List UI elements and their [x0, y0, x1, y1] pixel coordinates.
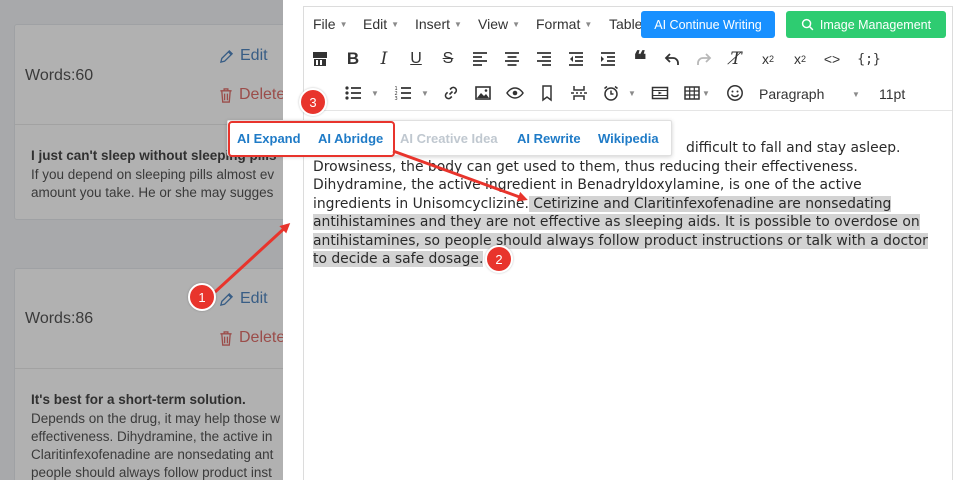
content-line: Drowsiness, the body can get used to the… — [313, 158, 858, 175]
caret-down-icon[interactable]: ▼ — [702, 89, 710, 98]
ai-context-menu: AI Expand AI Abridge AI Creative Idea AI… — [227, 120, 672, 157]
annotation-highlight-box — [228, 121, 395, 157]
caret-down-icon: ▼ — [339, 19, 348, 29]
menu-label: Table — [609, 16, 643, 32]
menu-label: Insert — [415, 16, 451, 32]
image-management-label: Image Management — [819, 17, 932, 32]
content-text: ingredients in Unisomcyclizine. — [313, 195, 529, 212]
toolbar-divider — [304, 110, 952, 111]
caret-down-icon[interactable]: ▼ — [421, 89, 429, 98]
image-icon[interactable] — [470, 80, 496, 106]
caret-down-icon: ▼ — [454, 19, 462, 29]
clear-format-icon[interactable]: T̸ — [723, 46, 749, 72]
editor-menubar: File ▼ Edit ▼ Insert ▼ View ▼ Format ▼ Table … — [304, 7, 952, 43]
bold-icon[interactable]: B — [340, 46, 366, 72]
menu-view[interactable]: View ▼ — [478, 16, 520, 32]
annotation-badge: 3 — [299, 88, 327, 116]
menu-edit[interactable]: Edit ▼ — [363, 16, 399, 32]
caret-down-icon: ▼ — [512, 19, 521, 29]
selected-text-run: Cetirizine and Claritinfexofenadine are … — [533, 195, 892, 212]
svg-text:3: 3 — [395, 96, 398, 102]
caret-down-icon[interactable]: ▼ — [628, 89, 636, 98]
rich-text-editor: File ▼ Edit ▼ Insert ▼ View ▼ Format ▼ Table … — [303, 6, 953, 480]
italic-icon[interactable]: I — [371, 46, 397, 72]
content-line: ingredients in Unisomcyclizine. Cetirizi… — [313, 195, 939, 214]
menu-insert[interactable]: Insert ▼ — [415, 16, 462, 32]
annotation-badge: 1 — [188, 283, 216, 311]
ai-continue-writing-button[interactable]: AI Continue Writing — [641, 11, 775, 38]
wikipedia-option[interactable]: Wikipedia — [598, 131, 659, 146]
annotation-badge: 2 — [485, 245, 513, 273]
code-icon[interactable]: <> — [819, 46, 845, 72]
ai-continue-label: AI Continue Writing — [654, 17, 762, 32]
editor-content-area[interactable]: difficult to fall and stay asleep. Drows… — [313, 139, 939, 269]
ai-rewrite-option[interactable]: AI Rewrite — [517, 131, 581, 146]
page-break-icon[interactable] — [566, 80, 592, 106]
font-size-select[interactable]: 11pt — [879, 86, 905, 102]
subscript-icon[interactable]: x2 — [755, 46, 781, 72]
emoji-icon[interactable] — [722, 80, 748, 106]
caret-down-icon[interactable]: ▼ — [852, 90, 860, 99]
editor-toolbar-row-2: ▼ 123 ▼ ▼ ▼ Paragraph ▼ 11pt — [304, 80, 952, 112]
content-line: antihistamines and they are not effectiv… — [313, 213, 939, 232]
indent-icon[interactable] — [595, 46, 621, 72]
undo-icon[interactable] — [659, 46, 685, 72]
menu-label: File — [313, 16, 336, 32]
selected-text: antihistamines and they are not effectiv… — [313, 214, 920, 230]
numbered-list-icon[interactable]: 123 — [390, 80, 416, 106]
ai-creative-idea-option[interactable]: AI Creative Idea — [400, 131, 498, 146]
preview-eye-icon[interactable] — [502, 80, 528, 106]
selected-text: antihistamines, so people should always … — [313, 232, 928, 249]
search-icon — [801, 18, 814, 31]
selected-text: to decide a safe dosage. — [313, 251, 484, 267]
menu-label: Edit — [363, 16, 388, 32]
bookmark-icon[interactable] — [534, 80, 560, 106]
block-format-select[interactable]: Paragraph — [759, 86, 824, 102]
caret-down-icon[interactable]: ▼ — [371, 89, 379, 98]
menu-label: Format — [536, 16, 581, 32]
link-icon[interactable] — [438, 80, 464, 106]
menu-format[interactable]: Format ▼ — [536, 16, 592, 32]
outdent-icon[interactable] — [563, 46, 589, 72]
editor-toolbar-row-1: B I U S ❝ T̸ x2 x2 <> {;} — [304, 45, 952, 78]
bullet-list-icon[interactable] — [340, 80, 366, 106]
content-line: to decide a safe dosage. — [313, 250, 939, 269]
align-left-icon[interactable] — [467, 46, 493, 72]
image-management-button[interactable]: Image Management — [786, 11, 946, 38]
content-line: antihistamines, so people should always … — [313, 232, 939, 251]
template-icon[interactable]: {;} — [853, 46, 885, 72]
align-center-icon[interactable] — [499, 46, 525, 72]
menu-table[interactable]: Table — [609, 16, 642, 32]
selected-text: Cetirizine and Claritinfexofenadine are … — [528, 195, 892, 212]
caret-down-icon: ▼ — [584, 19, 593, 29]
format-painter-icon[interactable] — [307, 46, 333, 72]
caret-down-icon: ▼ — [391, 19, 400, 29]
media-icon[interactable] — [647, 80, 673, 106]
menu-label: View — [478, 16, 509, 32]
align-right-icon[interactable] — [531, 46, 557, 72]
alarm-clock-icon[interactable] — [598, 80, 624, 106]
menu-file[interactable]: File ▼ — [313, 16, 347, 32]
superscript-icon[interactable]: x2 — [787, 46, 813, 72]
content-line: Dihydramine, the active ingredient in Be… — [313, 177, 862, 193]
editor-drawer: File ▼ Edit ▼ Insert ▼ View ▼ Format ▼ Table … — [283, 0, 959, 480]
strikethrough-icon[interactable]: S — [435, 46, 461, 72]
redo-icon[interactable] — [691, 46, 717, 72]
blockquote-icon[interactable]: ❝ — [627, 45, 653, 74]
underline-icon[interactable]: U — [403, 46, 429, 72]
